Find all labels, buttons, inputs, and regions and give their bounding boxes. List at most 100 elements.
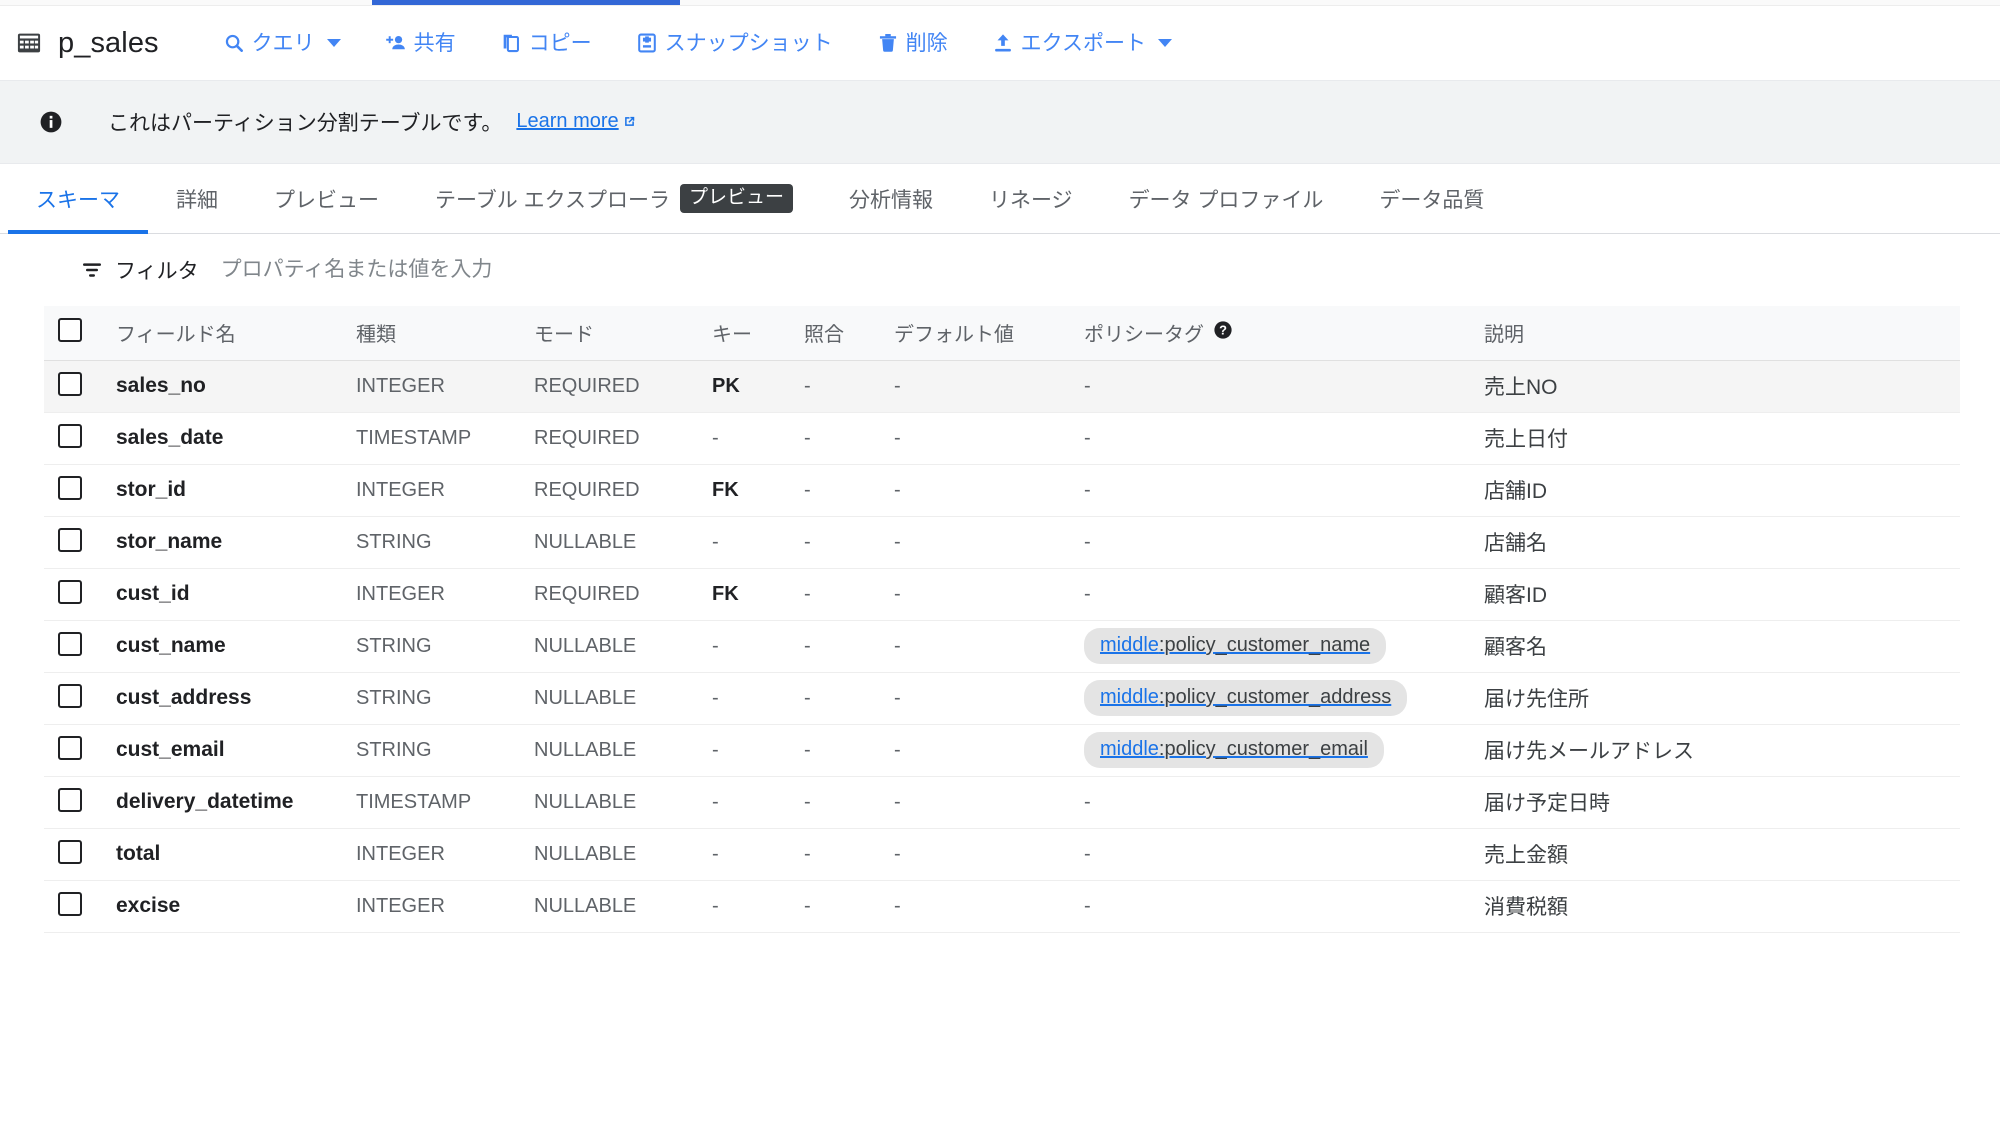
field-default-cell: - (894, 634, 901, 657)
row-select-cell (44, 672, 116, 724)
row-select-cell (44, 880, 116, 932)
policy-tag-chip[interactable]: middle : policy_customer_address (1084, 680, 1408, 716)
field-mode-cell: REQUIRED (534, 374, 640, 397)
row-checkbox[interactable] (58, 891, 82, 916)
field-mode-cell: NULLABLE (534, 530, 637, 553)
policy-tag-name: policy_customer_email (1164, 738, 1368, 760)
share-button[interactable]: 共有 (385, 32, 456, 54)
policy-tag-chip[interactable]: middle : policy_customer_email (1084, 732, 1384, 768)
tab-lineage[interactable]: リネージ (961, 164, 1101, 233)
policy-tag-chip[interactable]: middle : policy_customer_name (1084, 628, 1387, 664)
header-key[interactable]: キー (712, 306, 804, 361)
row-checkbox[interactable] (58, 683, 82, 708)
field-key-cell: - (712, 426, 719, 449)
filter-icon[interactable] (80, 258, 104, 282)
tab-schema[interactable]: スキーマ (8, 164, 148, 234)
tab-preview[interactable]: プレビュー (246, 164, 407, 233)
banner-message: これはパーティション分割テーブルです。 (108, 112, 503, 135)
field-type-cell: STRING (356, 686, 432, 709)
field-name-cell: stor_id (116, 478, 187, 501)
table-row[interactable]: stor_id INTEGER REQUIRED FK - - - 店舗ID (44, 464, 1960, 516)
table-row[interactable]: sales_date TIMESTAMP REQUIRED - - - - 売上日付 (44, 412, 1960, 464)
policy-tag-name: policy_customer_name (1164, 634, 1371, 656)
select-all-checkbox[interactable] (58, 317, 82, 342)
field-policy-tag-cell: - (1084, 374, 1091, 397)
field-collation-cell: - (804, 894, 811, 917)
table-row[interactable]: total INTEGER NULLABLE - - - - 売上金額 (44, 828, 1960, 880)
row-checkbox[interactable] (58, 839, 82, 864)
field-key-cell: FK (712, 582, 739, 605)
delete-button-label: 削除 (905, 31, 948, 55)
field-collation-cell: - (804, 634, 811, 657)
header-collation[interactable]: 照合 (804, 306, 894, 361)
field-description-cell: 届け予定日時 (1484, 792, 1610, 815)
table-row[interactable]: delivery_datetime TIMESTAMP NULLABLE - - - - 届け… (44, 776, 1960, 828)
copy-button-label: コピー (528, 31, 592, 55)
row-checkbox[interactable] (58, 371, 82, 396)
field-description-cell: 店舗ID (1484, 480, 1547, 503)
tab-details[interactable]: 詳細 (148, 164, 246, 233)
schema-table: フィールド名 種類 モード キー 照合 デフォルト値 ポリシータグ ? 説明 s… (44, 306, 1960, 933)
row-checkbox[interactable] (58, 527, 82, 552)
snapshot-icon (636, 32, 658, 54)
person-add-icon (385, 32, 407, 54)
policy-tag-taxonomy-link[interactable]: middle (1100, 634, 1159, 657)
learn-more-link[interactable]: Learn more (516, 110, 636, 135)
query-button-label: クエリ (251, 31, 315, 55)
row-checkbox[interactable] (58, 423, 82, 448)
row-checkbox[interactable] (58, 475, 82, 500)
table-row[interactable]: cust_id INTEGER REQUIRED FK - - - 顧客ID (44, 568, 1960, 620)
tab-data-quality[interactable]: データ品質 (1351, 164, 1512, 233)
policy-tag-taxonomy-link[interactable]: middle (1100, 686, 1159, 709)
policy-tag-taxonomy-link[interactable]: middle (1100, 738, 1159, 761)
table-row[interactable]: stor_name STRING NULLABLE - - - - 店舗名 (44, 516, 1960, 568)
field-policy-tag-cell: - (1084, 530, 1091, 553)
table-detail-tabs: スキーマ 詳細 プレビュー テーブル エクスプローラ プレビュー 分析情報 リネ… (0, 164, 2000, 234)
tab-table-explorer[interactable]: テーブル エクスプローラ プレビュー (407, 164, 821, 233)
field-description-cell: 顧客名 (1484, 636, 1547, 659)
field-default-cell: - (894, 686, 901, 709)
table-row[interactable]: cust_address STRING NULLABLE - - - middle : po… (44, 672, 1960, 724)
row-checkbox[interactable] (58, 735, 82, 760)
row-checkbox[interactable] (58, 631, 82, 656)
field-policy-tag-cell: - (1084, 582, 1091, 605)
row-checkbox[interactable] (58, 787, 82, 812)
snapshot-button[interactable]: スナップショット (636, 32, 833, 54)
field-description-cell: 届け先住所 (1484, 688, 1589, 711)
tab-table-explorer-label: テーブル エクスプローラ (435, 188, 670, 212)
header-default-value[interactable]: デフォルト値 (894, 306, 1084, 361)
tab-data-profile[interactable]: データ プロファイル (1101, 164, 1352, 233)
export-button-label: エクスポート (1020, 31, 1147, 55)
query-button[interactable]: クエリ (223, 32, 341, 54)
row-select-cell (44, 412, 116, 464)
filter-input[interactable] (220, 258, 741, 282)
field-mode-cell: REQUIRED (534, 582, 640, 605)
page-title: p_sales (58, 26, 159, 59)
partitioned-table-info-banner: これはパーティション分割テーブルです。 Learn more (0, 80, 2000, 164)
tab-preview-label: プレビュー (274, 188, 379, 212)
tab-insights[interactable]: 分析情報 (821, 164, 961, 233)
copy-button[interactable]: コピー (500, 32, 592, 54)
table-row[interactable]: cust_email STRING NULLABLE - - - middle : poli… (44, 724, 1960, 776)
table-row[interactable]: cust_name STRING NULLABLE - - - middle : polic… (44, 620, 1960, 672)
header-description[interactable]: 説明 (1484, 306, 1960, 361)
svg-text:?: ? (1219, 322, 1227, 337)
share-button-label: 共有 (413, 31, 456, 55)
row-checkbox[interactable] (58, 579, 82, 604)
header-policy-tag[interactable]: ポリシータグ ? (1084, 306, 1484, 361)
header-mode[interactable]: モード (534, 306, 712, 361)
field-name-cell: cust_id (116, 582, 190, 605)
schema-header-row: フィールド名 種類 モード キー 照合 デフォルト値 ポリシータグ ? 説明 (44, 306, 1960, 361)
field-collation-cell: - (804, 426, 811, 449)
field-type-cell: STRING (356, 738, 432, 761)
header-field-name[interactable]: フィールド名 (116, 306, 356, 361)
table-row[interactable]: sales_no INTEGER REQUIRED PK - - - 売上NO (44, 360, 1960, 412)
help-icon[interactable]: ? (1212, 319, 1234, 347)
table-row[interactable]: excise INTEGER NULLABLE - - - - 消費税額 (44, 880, 1960, 932)
field-mode-cell: NULLABLE (534, 790, 637, 813)
delete-button[interactable]: 削除 (877, 32, 948, 54)
header-type[interactable]: 種類 (356, 306, 534, 361)
learn-more-label: Learn more (516, 109, 619, 132)
export-button[interactable]: エクスポート (992, 31, 1173, 55)
field-key-cell: - (712, 530, 719, 553)
